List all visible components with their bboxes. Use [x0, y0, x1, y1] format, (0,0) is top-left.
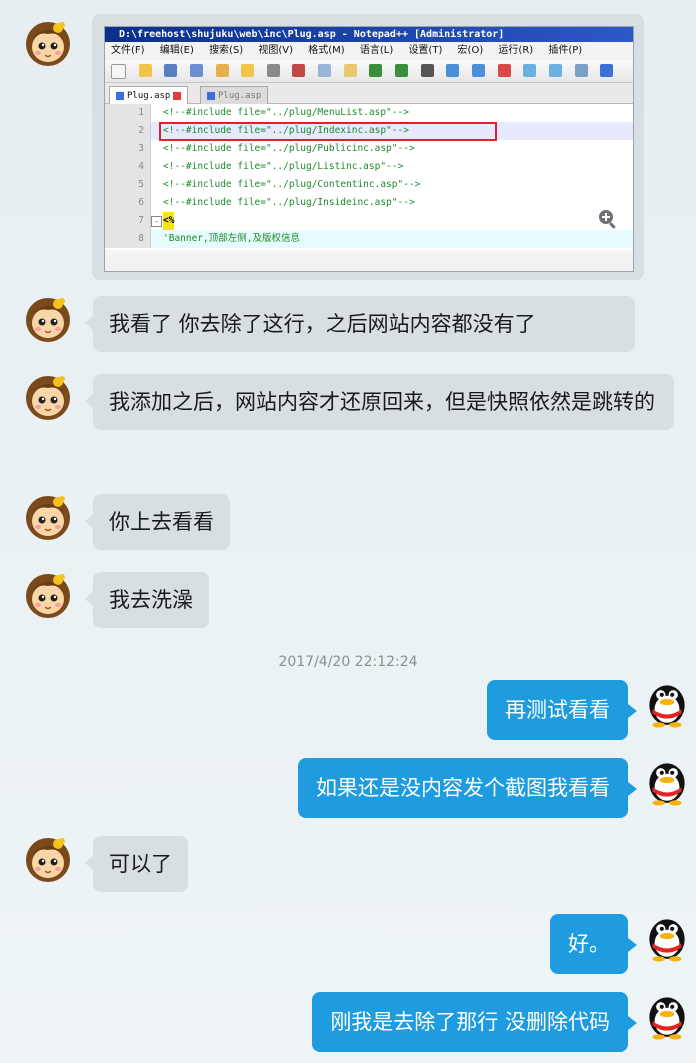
outgoing-message[interactable]: 再测试看看 — [487, 680, 637, 740]
menu-item: 设置(T) — [408, 45, 443, 56]
contact-avatar[interactable] — [22, 370, 74, 422]
sync-icon — [523, 64, 537, 77]
save-all-icon — [189, 64, 203, 77]
undo-icon — [369, 64, 383, 77]
menu-item: 插件(P) — [548, 45, 583, 56]
highlight-box — [159, 122, 497, 141]
code-text: 'Banner,顶部左侧,及版权信息 — [163, 233, 300, 244]
line-number: 5 — [105, 176, 151, 194]
code-line: 7- <% — [105, 212, 633, 230]
notepad-screenshot[interactable]: D:\freehost\shujuku\web\inc\Plug.asp - N… — [104, 26, 634, 272]
contact-avatar[interactable] — [22, 292, 74, 344]
fold-icon[interactable]: - — [151, 216, 162, 227]
contact-avatar[interactable] — [22, 16, 74, 68]
file-icon — [207, 91, 215, 100]
zoom-icon[interactable] — [597, 208, 619, 230]
code-line: 1 <!--#include file="../plug/MenuList.asp… — [105, 104, 633, 122]
code-line: 6 <!--#include file="../plug/Insideinc.as… — [105, 194, 633, 212]
menu-item: 文件(F) — [111, 45, 145, 56]
close-icon — [215, 64, 229, 77]
save-icon — [164, 64, 178, 77]
incoming-message[interactable]: 我添加之后，网站内容才还原回来，但是快照依然是跳转的 — [85, 374, 674, 430]
line-number: 3 — [105, 140, 151, 158]
code-text: <!--#include file="../plug/Listinc.asp"-… — [163, 161, 404, 172]
cut-icon — [292, 64, 306, 77]
code-line: 5 <!--#include file="../plug/Contentinc.a… — [105, 176, 633, 194]
new-file-icon — [111, 64, 126, 79]
outgoing-message[interactable]: 刚我是去除了那行 没删除代码 — [312, 992, 637, 1052]
wrap-icon — [548, 64, 562, 77]
menu-item: 搜索(S) — [209, 45, 244, 56]
user-avatar[interactable] — [640, 752, 694, 806]
file-icon — [116, 91, 124, 100]
line-number: 8 — [105, 230, 151, 248]
indent-icon — [574, 64, 588, 77]
user-avatar[interactable] — [640, 908, 694, 962]
outgoing-message[interactable]: 如果还是没内容发个截图我看看 — [298, 758, 637, 818]
line-number: 6 — [105, 194, 151, 212]
menu-item: 编辑(E) — [159, 45, 194, 56]
para-icon — [600, 64, 614, 77]
file-tabs: Plug.asp Plug.asp — [105, 83, 633, 105]
zoom-in-icon — [471, 64, 485, 77]
incoming-message[interactable]: 我看了 你去除了这行，之后网站内容都没有了 — [85, 296, 635, 352]
find-icon — [420, 64, 434, 77]
contact-avatar[interactable] — [22, 568, 74, 620]
code-line: 4 <!--#include file="../plug/Listinc.asp"… — [105, 158, 633, 176]
code-text: <!--#include file="../plug/Insideinc.asp… — [163, 197, 415, 208]
incoming-message[interactable]: 你上去看看 — [85, 494, 230, 550]
copy-icon — [318, 64, 332, 77]
menu-item: 格式(M) — [308, 45, 345, 56]
tab-label: Plug.asp — [218, 91, 262, 101]
menu-item: 运行(R) — [498, 45, 534, 56]
tab-plug-asp[interactable]: Plug.asp — [109, 86, 189, 105]
menu-item: 视图(V) — [258, 45, 294, 56]
contact-avatar[interactable] — [22, 832, 74, 884]
redo-icon — [395, 64, 409, 77]
line-number: 7 — [105, 212, 151, 230]
user-avatar[interactable] — [640, 674, 694, 728]
code-text: <!--#include file="../plug/MenuList.asp"… — [163, 107, 409, 118]
outgoing-message[interactable]: 好。 — [550, 914, 637, 974]
line-number: 1 — [105, 104, 151, 122]
replace-icon — [446, 64, 460, 77]
message-timestamp: 2017/4/20 22:12:24 — [278, 654, 418, 670]
close-tab-icon[interactable] — [173, 91, 182, 100]
incoming-message[interactable]: 我去洗澡 — [85, 572, 209, 628]
menu-item: 语言(L) — [359, 45, 394, 56]
menu-bar: 文件(F) 编辑(E) 搜索(S) 视图(V) 格式(M) 语言(L) 设置(T… — [105, 42, 633, 60]
code-text: <!--#include file="../plug/Publicinc.asp… — [163, 143, 415, 154]
window-title: D:\freehost\shujuku\web\inc\Plug.asp - N… — [105, 27, 633, 42]
code-editor: 1 <!--#include file="../plug/MenuList.asp… — [105, 104, 633, 250]
print-icon — [266, 64, 280, 77]
line-number: 2 — [105, 122, 151, 140]
code-text: <% — [163, 212, 175, 230]
paste-icon — [343, 64, 357, 77]
code-text: <!--#include file="../plug/Contentinc.as… — [163, 179, 421, 190]
close-all-icon — [241, 64, 255, 77]
open-file-icon — [138, 64, 152, 77]
image-message[interactable]: D:\freehost\shujuku\web\inc\Plug.asp - N… — [92, 14, 644, 280]
tab-plug-asp-2[interactable]: Plug.asp — [200, 86, 269, 105]
contact-avatar[interactable] — [22, 490, 74, 542]
zoom-out-icon — [497, 64, 511, 77]
menu-item: 宏(O) — [457, 45, 484, 56]
user-avatar[interactable] — [640, 986, 694, 1040]
toolbar — [105, 60, 633, 83]
line-number: 4 — [105, 158, 151, 176]
code-line: 3 <!--#include file="../plug/Publicinc.as… — [105, 140, 633, 158]
incoming-message[interactable]: 可以了 — [85, 836, 188, 892]
code-line: 8 'Banner,顶部左侧,及版权信息 — [105, 230, 633, 248]
tab-label: Plug.asp — [127, 91, 171, 101]
